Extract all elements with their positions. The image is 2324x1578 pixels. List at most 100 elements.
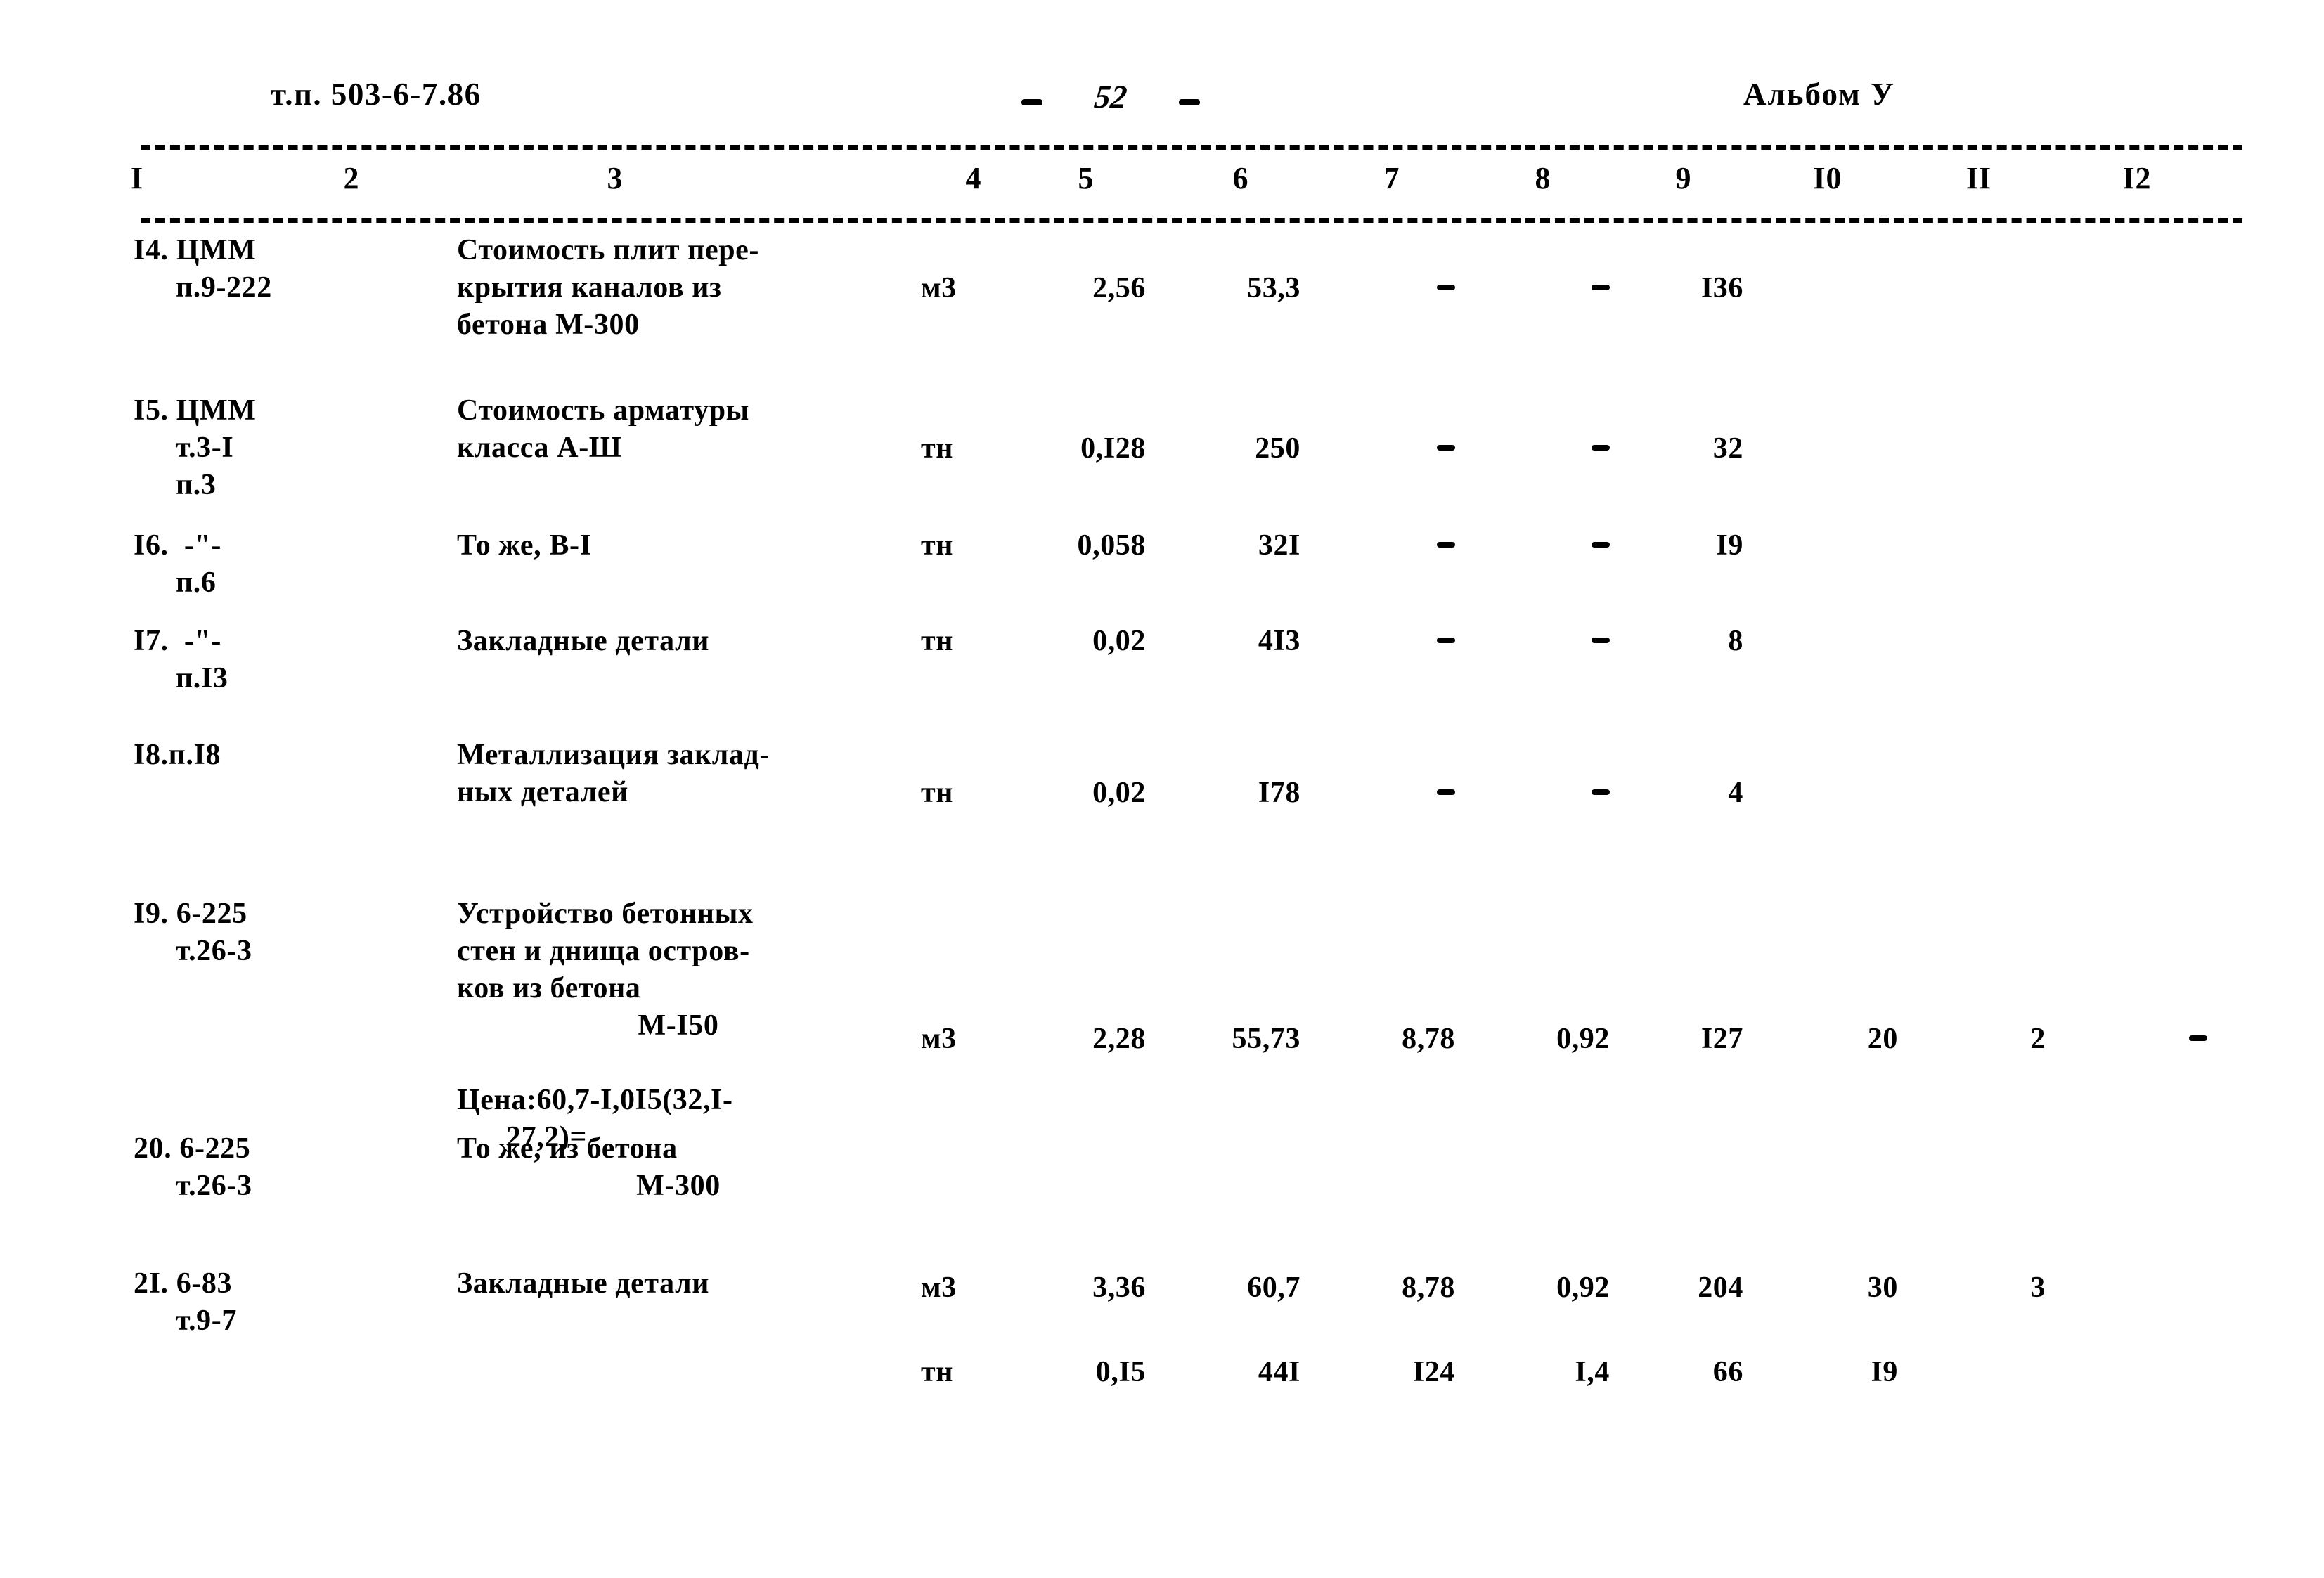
row-value-col10: I9 [1871, 1356, 1898, 1388]
dash-mark [1437, 789, 1455, 795]
row-value-col5: 3,36 [1092, 1272, 1146, 1304]
column-number-6: 6 [1232, 161, 1249, 195]
row-code-cell: I9. 6-225 т.26-3 [134, 895, 443, 970]
column-number-9: 9 [1675, 161, 1692, 195]
row-value-col5: 0,I28 [1080, 432, 1146, 465]
row-code-line: I6. -"- [134, 529, 221, 562]
row-unit-cell: м3 [921, 1272, 957, 1304]
column-number-11: II [1965, 161, 1992, 195]
row-value-col7 [1322, 430, 1455, 467]
row-description-line: Стоимость плит пере- [457, 234, 760, 266]
row-code-cell: I8.п.I8 [134, 737, 443, 774]
document-page: т.п. 503-6-7.86 52 Альбом У I 2 3 4 5 6 7 8 9 I0 I… [0, 0, 2324, 1578]
row-value-col10: 30 [1867, 1272, 1898, 1304]
row-code-line: п.6 [176, 567, 217, 599]
row-value-col9: 8 [1728, 625, 1743, 657]
row-code-cell: I7. -"- п.I3 [134, 623, 443, 697]
row-value-col6: 44I [1258, 1356, 1300, 1388]
column-number-12: I2 [2122, 161, 2152, 195]
row-description-cell: Металлизация заклад-ных деталей [457, 737, 900, 811]
column-number-3: 3 [607, 161, 624, 195]
row-code-cell: 2I. 6-83 т.9-7 [134, 1265, 443, 1340]
row-code-line: п.I3 [176, 662, 228, 694]
row-value-col7: 8,78 [1402, 1023, 1455, 1055]
dash-mark [1592, 444, 1610, 451]
row-description-line: стен и днища остров- [457, 935, 750, 967]
row-value-col5: 2,28 [1092, 1023, 1146, 1055]
dash-mark [1592, 637, 1610, 643]
row-code-line: I7. -"- [134, 625, 221, 657]
row-description-line: Закладные детали [457, 625, 710, 657]
dash-mark [1592, 284, 1610, 290]
row-value-col11: 2 [2030, 1023, 2046, 1055]
document-header: т.п. 503-6-7.86 52 Альбом У [0, 76, 2324, 125]
row-description-line: То же, из бетона [457, 1132, 678, 1165]
row-value-col8: 0,92 [1556, 1023, 1610, 1055]
row-code-cell: I6. -"- п.6 [134, 527, 443, 602]
row-code-line: I5. ЦММ [134, 394, 257, 427]
column-number-7: 7 [1383, 161, 1400, 195]
column-number-8: 8 [1535, 161, 1551, 195]
row-description-line: Устройство бетонных [457, 898, 754, 930]
row-value-col9: 204 [1698, 1272, 1743, 1304]
row-code-line: 20. 6-225 [134, 1132, 251, 1165]
row-value-col5: 2,56 [1092, 272, 1146, 304]
row-value-col7 [1322, 623, 1455, 660]
dash-mark [2189, 1035, 2207, 1041]
row-value-col9: 66 [1712, 1356, 1743, 1388]
row-description-cell: Устройство бетонных стен и днища остров-к… [457, 895, 900, 1156]
row-value-col8 [1476, 623, 1610, 660]
row-description-line: крытия каналов из [457, 271, 722, 304]
row-code-line: I9. 6-225 [134, 898, 247, 930]
row-value-col11: 3 [2030, 1272, 2046, 1304]
document-code: т.п. 503-6-7.86 [271, 77, 482, 112]
row-code-line: т.9-7 [176, 1305, 237, 1337]
dash-mark [1437, 444, 1455, 451]
row-code-line: т.26-3 [176, 935, 252, 967]
row-value-col9: I27 [1700, 1023, 1743, 1055]
row-value-col5: 0,I5 [1095, 1356, 1146, 1388]
row-price-line: Цена:60,7-I,0I5(32,I- [457, 1084, 733, 1116]
page-number-dash-left [1021, 98, 1042, 105]
column-number-1: I [130, 161, 144, 195]
row-unit-cell: м3 [921, 272, 957, 304]
row-value-col6: 55,73 [1232, 1023, 1300, 1055]
row-value-col7 [1322, 527, 1455, 564]
row-code-line: I4. ЦММ [134, 234, 257, 266]
row-code-line: 2I. 6-83 [134, 1267, 233, 1300]
row-description-line: ков из бетона [457, 972, 641, 1004]
row-value-col8: I,4 [1575, 1356, 1610, 1388]
row-value-col6: 60,7 [1247, 1272, 1300, 1304]
page-number-dash-right [1179, 98, 1200, 105]
row-value-col6: 250 [1255, 432, 1300, 465]
row-value-col9: I36 [1700, 272, 1743, 304]
row-unit-cell: тн [921, 777, 954, 809]
row-description-cell: Стоимость плит пере-крытия каналов из бет… [457, 232, 900, 344]
row-value-col6: 32I [1258, 529, 1300, 562]
row-unit-cell: тн [921, 432, 954, 465]
row-description-line: ных деталей [457, 776, 628, 808]
row-value-col7 [1322, 775, 1455, 812]
row-code-line: т.3-I [176, 432, 234, 464]
row-value-col10: 20 [1867, 1023, 1898, 1055]
row-value-col9: 32 [1712, 432, 1743, 465]
dash-mark [1592, 789, 1610, 795]
row-unit-cell: тн [921, 1356, 954, 1388]
dash-mark [1437, 284, 1455, 290]
row-value-col9: I9 [1716, 529, 1743, 562]
row-description-line: класса А-Ш [457, 432, 622, 464]
row-value-col7 [1322, 270, 1455, 307]
row-value-col8 [1476, 430, 1610, 467]
row-description-cell: То же, из бетона М-300 [457, 1130, 900, 1205]
page-number: 52 [1092, 79, 1129, 115]
row-description-line: То же, В-I [457, 529, 592, 562]
row-description-line: Стоимость арматуры [457, 394, 750, 427]
row-code-line: п.3 [176, 469, 217, 501]
row-value-col8 [1476, 527, 1610, 564]
row-code-cell: 20. 6-225 т.26-3 [134, 1130, 443, 1205]
row-unit-cell: тн [921, 625, 954, 657]
row-description-line: М-I50 [638, 1009, 719, 1042]
row-code-line: I8.п.I8 [134, 739, 221, 771]
row-description-cell: Закладные детали [457, 1265, 900, 1302]
row-unit-cell: тн [921, 529, 954, 562]
